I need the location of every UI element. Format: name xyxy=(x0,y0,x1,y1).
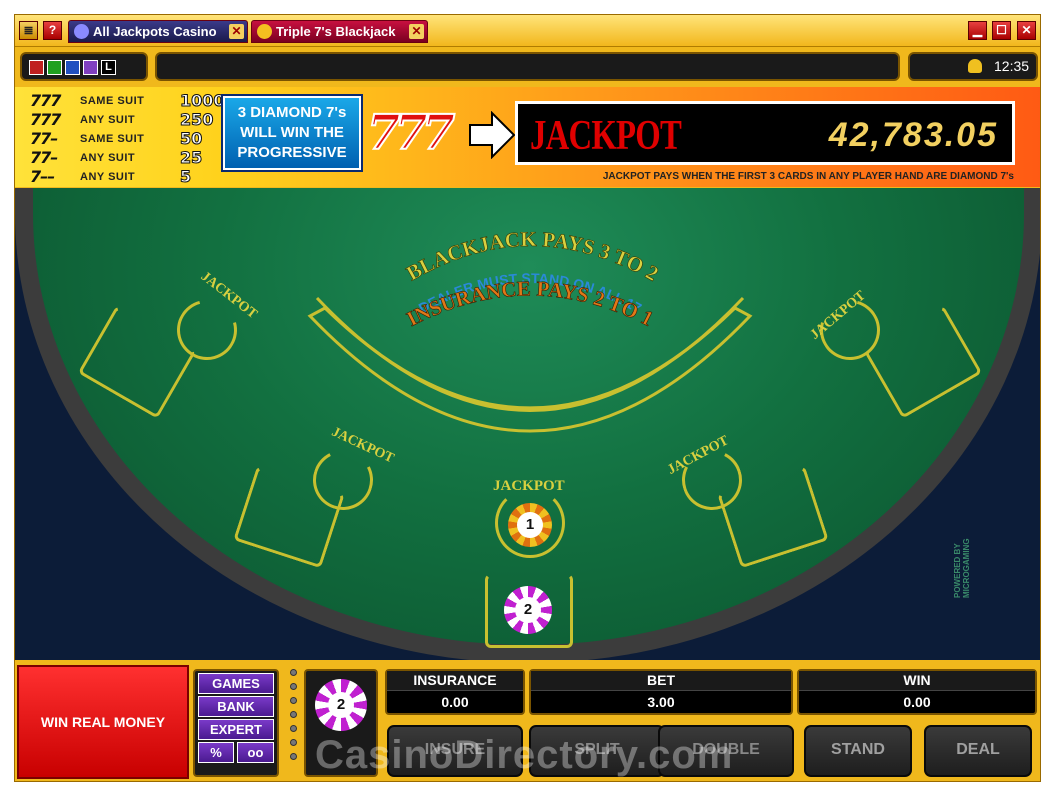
log-icon[interactable]: L xyxy=(101,60,116,75)
close-window-button[interactable]: ✕ xyxy=(1017,21,1036,40)
paytable-name: ANY SUIT xyxy=(80,152,136,164)
tab-triple-7s-blackjack[interactable]: Triple 7's Blackjack ✕ xyxy=(251,20,428,43)
diamond-sevens-logo: 777 xyxy=(366,104,456,162)
arrow-right-icon xyxy=(469,111,516,159)
clock-panel: 12:35 xyxy=(908,52,1038,81)
paytable-row: 777 SAME SUIT 1000 xyxy=(30,91,226,111)
paytable-payout: 250 xyxy=(179,110,214,130)
paytable-name: ANY SUIT xyxy=(80,114,136,126)
bet-value: 3.00 xyxy=(647,694,675,710)
control-panel: WIN REAL MONEY GAMES BANK EXPERT % oo 2 … xyxy=(15,661,1040,781)
paytable-symbols: 77– xyxy=(30,148,58,167)
watermark: CasinoDirectory.com xyxy=(315,733,734,777)
promo-line: 3 DIAMOND 7's xyxy=(237,104,347,121)
close-tab-icon[interactable]: ✕ xyxy=(409,24,424,39)
paytable-payout: 1000 xyxy=(180,91,226,111)
win-value: 0.00 xyxy=(903,694,931,710)
jackpot-banner: 777 SAME SUIT 1000 777 ANY SUIT 250 77– … xyxy=(15,87,1040,187)
games-button[interactable]: GAMES xyxy=(198,673,274,694)
percent-button[interactable]: % xyxy=(198,742,234,763)
win-label: WIN xyxy=(799,671,1035,691)
insurance-label: INSURANCE xyxy=(387,671,523,691)
powered-by-text: POWERED BY MICROGAMING xyxy=(953,538,971,598)
selected-chip[interactable]: 2 xyxy=(315,679,367,731)
autoplay-button[interactable]: oo xyxy=(237,742,274,763)
paytable-payout: 50 xyxy=(179,129,203,149)
settings-panel: L xyxy=(20,52,148,81)
money-icon[interactable] xyxy=(47,60,62,75)
bet-label: BET xyxy=(531,671,791,691)
paytable-row: 777 ANY SUIT 250 xyxy=(30,110,225,130)
minimize-button[interactable]: ▁ xyxy=(968,21,987,40)
bet-chip[interactable]: 2 xyxy=(504,586,552,634)
bet-display: BET 3.00 xyxy=(529,669,793,715)
paytable-symbols: 777 xyxy=(30,91,61,110)
deal-button[interactable]: DEAL xyxy=(924,725,1032,777)
sound-icon[interactable] xyxy=(29,60,44,75)
message-bar xyxy=(155,52,900,81)
jackpot-amount: 42,783.05 xyxy=(828,116,998,154)
paytable-name: SAME SUIT xyxy=(80,133,145,145)
maximize-button[interactable]: ☐ xyxy=(992,21,1011,40)
paytable-payout: 25 xyxy=(179,148,203,168)
jackpot-chip[interactable]: 1 xyxy=(508,503,552,547)
jackpot-label: JACKPOT xyxy=(530,113,682,159)
menu-button[interactable]: ≣ xyxy=(19,21,38,40)
paytable-symbols: 7–– xyxy=(30,167,55,186)
progressive-promo: 3 DIAMOND 7's WILL WIN THE PROGRESSIVE xyxy=(221,94,363,172)
blackjack-table: BLACKJACK PAYS 3 TO 2 DEALER MUST STAND … xyxy=(15,188,1040,660)
clock: 12:35 xyxy=(994,58,1030,74)
insurance-pays-text: INSURANCE PAYS 2 TO 1 xyxy=(403,276,658,331)
money-bag-icon xyxy=(968,59,982,73)
history-icon[interactable] xyxy=(83,60,98,75)
casino-window: ≣ ? All Jackpots Casino ✕ Triple 7's Bla… xyxy=(14,14,1041,782)
game-icon xyxy=(257,24,272,39)
win-display: WIN 0.00 xyxy=(797,669,1037,715)
jackpot-spot-label: JACKPOT xyxy=(493,478,565,494)
bank-button[interactable]: BANK xyxy=(198,696,274,717)
chip-value: 2 xyxy=(328,692,354,718)
jackpot-display: JACKPOT 42,783.05 xyxy=(515,101,1015,165)
jackpot-note: JACKPOT PAYS WHEN THE FIRST 3 CARDS IN A… xyxy=(602,171,1014,182)
paytable-payout: 5 xyxy=(179,167,192,187)
promo-line: PROGRESSIVE xyxy=(237,144,347,161)
insurance-value: 0.00 xyxy=(441,694,469,710)
win-real-money-button[interactable]: WIN REAL MONEY xyxy=(17,665,189,779)
toolbar: L 12:35 xyxy=(15,48,1040,86)
chip-value: 2 xyxy=(515,597,541,623)
paytable-name: SAME SUIT xyxy=(80,95,145,107)
paytable-symbols: 77– xyxy=(30,129,58,148)
stand-button[interactable]: STAND xyxy=(804,725,912,777)
chip-indicator-dots xyxy=(290,669,298,767)
insurance-display: INSURANCE 0.00 xyxy=(385,669,525,715)
paytable-row: 77– ANY SUIT 25 xyxy=(30,148,225,168)
help-button[interactable]: ? xyxy=(43,21,62,40)
casino-icon xyxy=(74,24,89,39)
paytable-row: 77– SAME SUIT 50 xyxy=(30,129,225,149)
close-tab-icon[interactable]: ✕ xyxy=(229,24,244,39)
tab-label: Triple 7's Blackjack xyxy=(276,24,396,39)
paytable-name: ANY SUIT xyxy=(80,171,136,183)
tab-all-jackpots-casino[interactable]: All Jackpots Casino ✕ xyxy=(68,20,248,43)
tab-label: All Jackpots Casino xyxy=(93,24,217,39)
expert-button[interactable]: EXPERT xyxy=(198,719,274,740)
promo-line: WILL WIN THE xyxy=(240,124,344,141)
options-icon[interactable] xyxy=(65,60,80,75)
title-bar: ≣ ? All Jackpots Casino ✕ Triple 7's Bla… xyxy=(15,15,1040,47)
chip-value: 1 xyxy=(517,512,543,538)
paytable-symbols: 777 xyxy=(30,110,61,129)
paytable-row: 7–– ANY SUIT 5 xyxy=(30,167,225,187)
